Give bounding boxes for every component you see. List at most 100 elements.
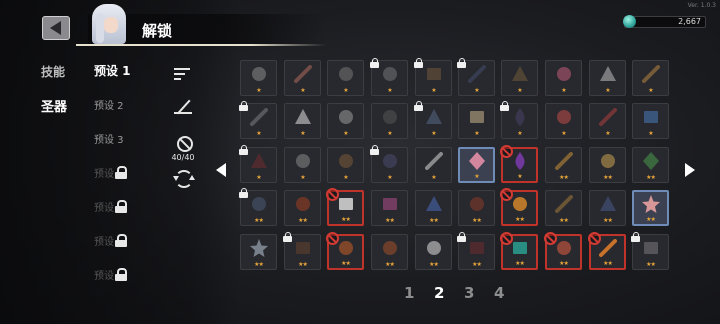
relic-slot[interactable]: ★★ [545,147,582,183]
relic-slot[interactable]: ★★ [631,232,669,270]
rarity-stars: ★ [256,174,261,181]
rarity-stars: ★★ [559,174,569,181]
preset-label: 预设 [94,237,114,248]
page-4-button[interactable]: 4 [494,284,504,302]
relic-slot[interactable]: ★★ [371,234,408,270]
relic-slot[interactable]: ★★ [326,188,364,226]
filter-icon[interactable] [174,98,192,114]
preset-2[interactable]: 预设 2 [94,97,124,112]
lock-icon [115,200,127,213]
relic-slot[interactable]: ★★ [240,234,277,270]
relic-slot[interactable]: ★★ [589,147,626,183]
relic-slot[interactable]: ★ [589,60,626,96]
relic-slot[interactable]: ★ [589,103,626,139]
relic-slot[interactable]: ★ [371,103,408,139]
page-3-button[interactable]: 3 [464,284,474,302]
lock-icon [239,101,249,111]
relic-slot[interactable]: ★ [284,147,321,183]
relic-slot[interactable]: ★ [240,60,277,96]
page-2-button[interactable]: 2 [434,284,444,302]
page-1-button[interactable]: 1 [404,284,414,302]
arrow-right-icon[interactable] [685,163,695,177]
relic-slot[interactable]: ★★ [458,190,495,226]
preset-6[interactable]: 预设 [94,233,127,248]
scroll-icon [423,63,445,89]
preset-4[interactable]: 预设 [94,165,127,180]
back-button[interactable] [42,16,70,40]
relic-slot[interactable]: ★★ [545,190,582,226]
rarity-stars: ★★ [515,216,525,223]
preset-1[interactable]: 预设 1 [94,62,131,79]
dot-icon [335,150,357,176]
preset-7[interactable]: 预设 [94,267,127,282]
relic-slot[interactable]: ★ [501,60,538,96]
relic-slot[interactable]: ★★ [284,190,321,226]
relic-slot[interactable]: ★★ [632,147,669,183]
relic-slot[interactable]: ★★ [632,190,669,226]
rarity-stars: ★ [343,174,348,181]
refresh-icon[interactable] [173,170,195,188]
claw-icon [597,63,619,89]
relic-slot[interactable]: ★ [500,101,538,139]
relic-slot[interactable]: ★★ [415,234,452,270]
tab-relic[interactable]: 圣器 [41,96,67,115]
relic-slot[interactable]: ★★ [415,190,452,226]
relic-slot[interactable]: ★ [370,145,408,183]
rarity-stars: ★ [387,174,392,181]
relic-slot[interactable]: ★ [414,101,452,139]
relic-slot[interactable]: ★ [545,103,582,139]
relic-slot[interactable]: ★★ [239,188,277,226]
preset-3[interactable]: 预设 3 [94,131,124,146]
quill-icon [466,63,488,89]
helmet-icon [335,63,357,89]
rarity-stars: ★ [387,87,392,94]
rarity-stars: ★ [517,87,522,94]
no-entry-icon[interactable] [177,136,193,152]
arrow-left-icon[interactable] [216,163,226,177]
relic-slot[interactable]: ★★ [500,232,538,270]
relic-slot[interactable]: ★ [239,145,277,183]
orb-icon [379,63,401,89]
no-entry-icon [588,232,601,245]
relic-slot[interactable]: ★ [327,60,364,96]
armor-icon [248,193,270,219]
relic-slot[interactable]: ★ [327,147,364,183]
relic-slot[interactable]: ★ [284,60,321,96]
rarity-stars: ★ [605,87,610,94]
goggles-icon [292,150,314,176]
rarity-stars: ★★ [472,261,482,268]
relic-slot[interactable]: ★★ [283,232,321,270]
tab-skill[interactable]: 技能 [41,63,65,80]
relic-slot[interactable]: ★ [284,103,321,139]
relic-slot[interactable]: ★★ [500,188,538,226]
relic-slot[interactable]: ★ [632,103,669,139]
relic-slot[interactable]: ★ [500,145,538,183]
relic-slot[interactable]: ★ [545,60,582,96]
relic-slot[interactable]: ★★ [457,232,495,270]
rune-disc-icon [292,193,314,219]
relic-slot[interactable]: ★★ [589,190,626,226]
rarity-stars: ★ [474,130,479,137]
relic-slot[interactable]: ★ [327,103,364,139]
lock-icon [457,232,467,242]
relic-slot[interactable]: ★ [457,58,495,96]
relic-slot[interactable]: ★ [415,147,452,183]
relic-slot[interactable]: ★★ [588,232,626,270]
relic-slot[interactable]: ★ [632,60,669,96]
relic-slot[interactable]: ★ [239,101,277,139]
relic-slot[interactable]: ★★ [544,232,582,270]
preset-5[interactable]: 预设 [94,199,127,214]
shield-icon [553,106,575,132]
lock-icon [457,58,467,68]
relic-slot[interactable]: ★ [458,147,495,183]
eye-icon [553,63,575,89]
sort-icon[interactable] [174,66,192,82]
relic-slot[interactable]: ★ [458,103,495,139]
relic-slot[interactable]: ★★ [326,232,364,270]
pipe-icon [640,63,662,89]
wings-icon [423,193,445,219]
relic-slot[interactable]: ★ [370,58,408,96]
relic-slot[interactable]: ★★ [371,190,408,226]
preset-label: 预设 1 [94,64,131,78]
relic-slot[interactable]: ★ [414,58,452,96]
